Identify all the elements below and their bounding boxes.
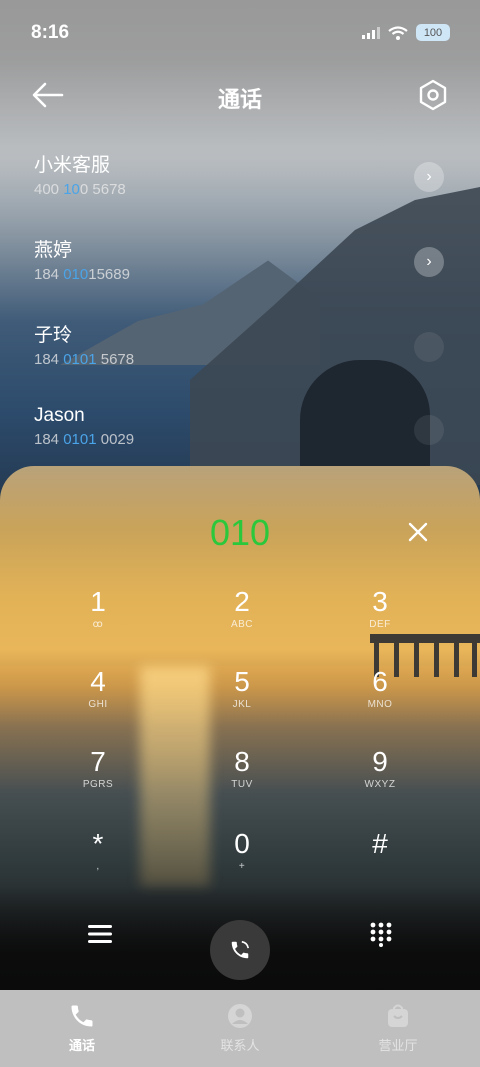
- tab-label: 营业厅: [378, 1038, 418, 1053]
- contact-result[interactable]: Jason 184 0101 0029: [34, 405, 444, 475]
- phone-icon: [71, 1005, 93, 1027]
- contact-result[interactable]: 小米客服 400 100 5678 ›: [34, 150, 444, 220]
- dialpad-icon[interactable]: [368, 921, 394, 947]
- call-icon: [231, 940, 250, 959]
- key-7[interactable]: 7 PGRS: [38, 746, 158, 816]
- tab-label: 通话: [68, 1038, 95, 1053]
- header: 通话: [0, 66, 480, 126]
- key-0[interactable]: 0 +: [182, 828, 302, 898]
- wifi-icon: [388, 25, 408, 40]
- chevron-right-icon[interactable]: [414, 415, 444, 445]
- chevron-right-icon[interactable]: ›: [414, 247, 444, 277]
- voicemail-icon: ꝏ: [92, 619, 104, 630]
- menu-icon[interactable]: [86, 922, 114, 946]
- key-2[interactable]: 2 ABC: [182, 586, 302, 656]
- status-bar: 8:16 100: [0, 0, 480, 66]
- chevron-right-icon[interactable]: [414, 332, 444, 362]
- clear-icon[interactable]: [406, 520, 430, 544]
- contact-name: 子玲: [34, 325, 73, 346]
- contact-result[interactable]: 燕婷 184 01015689 ›: [34, 235, 444, 305]
- contacts-icon: [228, 1004, 252, 1028]
- tab-contacts[interactable]: 联系人: [160, 990, 320, 1067]
- contact-result[interactable]: 子玲 184 0101 5678: [34, 320, 444, 390]
- key-4[interactable]: 4 GHI: [38, 666, 158, 736]
- contact-number: 400 100 5678: [34, 181, 126, 198]
- bottom-nav: 通话 联系人 营业厅: [0, 990, 480, 1067]
- chevron-right-icon[interactable]: ›: [414, 162, 444, 192]
- call-button[interactable]: [210, 920, 270, 980]
- key-1[interactable]: 1ꝏ: [38, 586, 158, 656]
- key-star[interactable]: *,: [38, 828, 158, 898]
- status-time: 8:16: [31, 22, 70, 43]
- key-hash[interactable]: #: [320, 828, 440, 898]
- tab-label: 联系人: [220, 1038, 260, 1053]
- key-8[interactable]: 8 TUV: [182, 746, 302, 816]
- contact-number: 184 0101 0029: [34, 431, 135, 448]
- call-screen: 8:16 100 通话 小米客服 400 100 5678 › 燕婷 184 0…: [0, 0, 480, 1067]
- contact-name: 小米客服: [34, 155, 111, 176]
- contact-number: 184 0101 5678: [34, 351, 135, 368]
- store-icon: [388, 1004, 408, 1027]
- dialer-panel: 010 1ꝏ 2 ABC 3 DEF 4 GHI 5 JKL 6 MNO 7 PGRS 8T…: [0, 466, 480, 990]
- contact-name: 燕婷: [34, 240, 73, 261]
- key-3[interactable]: 3 DEF: [320, 586, 440, 656]
- contact-number: 184 01015689: [34, 266, 130, 283]
- signal-icon: [362, 26, 380, 39]
- key-6[interactable]: 6 MNO: [320, 666, 440, 736]
- key-5[interactable]: 5 JKL: [182, 666, 302, 736]
- settings-icon[interactable]: [416, 78, 450, 112]
- contact-name: Jason: [34, 405, 85, 426]
- tab-store[interactable]: 营业厅: [318, 990, 478, 1067]
- tab-calls[interactable]: 通话: [2, 990, 162, 1067]
- key-9[interactable]: 9 WXYZ: [320, 746, 440, 816]
- battery-icon: 100: [416, 24, 450, 41]
- page-title: 通话: [217, 87, 262, 112]
